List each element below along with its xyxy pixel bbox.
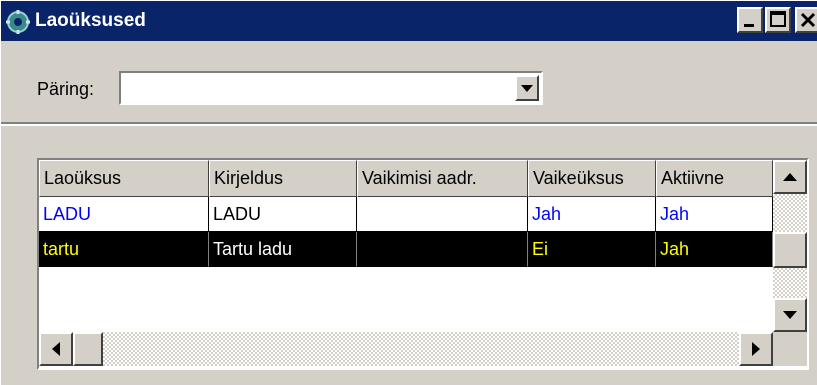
scroll-up-button[interactable] xyxy=(773,160,807,194)
data-grid[interactable]: Laoüksus Kirjeldus Vaikimisi aadr. Vaike… xyxy=(37,158,809,370)
query-label: Päring: xyxy=(37,79,95,99)
maximize-button[interactable] xyxy=(765,7,791,33)
query-dropdown-button[interactable] xyxy=(515,75,539,101)
title-bar[interactable]: Laoüksused xyxy=(1,1,817,41)
cell-vaikeuksus[interactable]: Jah xyxy=(528,197,656,232)
column-header-vaikimisi-aadr[interactable]: Vaikimisi aadr. xyxy=(357,160,528,197)
minimize-button[interactable] xyxy=(737,7,763,33)
cell-vaikimisi-aadr[interactable] xyxy=(357,232,528,267)
window: Laoüksused Päring: Laoüksus Kirjeldus Va… xyxy=(0,0,817,385)
window-title: Laoüksused xyxy=(35,10,146,31)
cell-laouksus[interactable]: tartu xyxy=(39,232,209,267)
column-header-laouksus[interactable]: Laoüksus xyxy=(39,160,209,197)
arrow-up-icon xyxy=(783,173,797,181)
cell-kirjeldus[interactable]: LADU xyxy=(209,197,357,232)
close-icon xyxy=(800,12,816,28)
table-row-selected[interactable]: tartu Tartu ladu Ei Jah xyxy=(39,232,773,267)
column-header-kirjeldus[interactable]: Kirjeldus xyxy=(209,160,357,197)
column-header-aktiivne[interactable]: Aktiivne xyxy=(656,160,773,197)
arrow-left-icon xyxy=(52,342,60,356)
panel-divider xyxy=(1,124,817,126)
minimize-icon xyxy=(744,24,754,27)
horizontal-scroll-thumb[interactable] xyxy=(73,332,103,366)
arrow-right-icon xyxy=(752,342,760,356)
vertical-scrollbar[interactable] xyxy=(773,160,807,332)
arrow-down-icon xyxy=(783,311,797,319)
query-panel: Päring: xyxy=(1,41,817,124)
table-row[interactable]: LADU LADU Jah Jah xyxy=(39,197,773,232)
maximize-icon xyxy=(770,11,786,27)
scroll-left-button[interactable] xyxy=(39,332,73,366)
vertical-scroll-thumb[interactable] xyxy=(773,232,807,268)
query-combobox[interactable] xyxy=(119,71,543,105)
horizontal-scrollbar[interactable] xyxy=(39,332,773,366)
cell-vaikimisi-aadr[interactable] xyxy=(357,197,528,232)
scroll-down-button[interactable] xyxy=(773,298,807,332)
column-header-vaikeuksus[interactable]: Vaikeüksus xyxy=(528,160,656,197)
chevron-down-icon xyxy=(521,85,533,92)
close-button[interactable] xyxy=(795,7,817,33)
cell-vaikeuksus[interactable]: Ei xyxy=(528,232,656,267)
gear-icon xyxy=(5,9,31,35)
scrollbar-corner xyxy=(773,332,807,366)
cell-laouksus[interactable]: LADU xyxy=(39,197,209,232)
cell-aktiivne[interactable]: Jah xyxy=(656,232,773,267)
scroll-right-button[interactable] xyxy=(739,332,773,366)
cell-aktiivne[interactable]: Jah xyxy=(656,197,773,232)
cell-kirjeldus[interactable]: Tartu ladu xyxy=(209,232,357,267)
